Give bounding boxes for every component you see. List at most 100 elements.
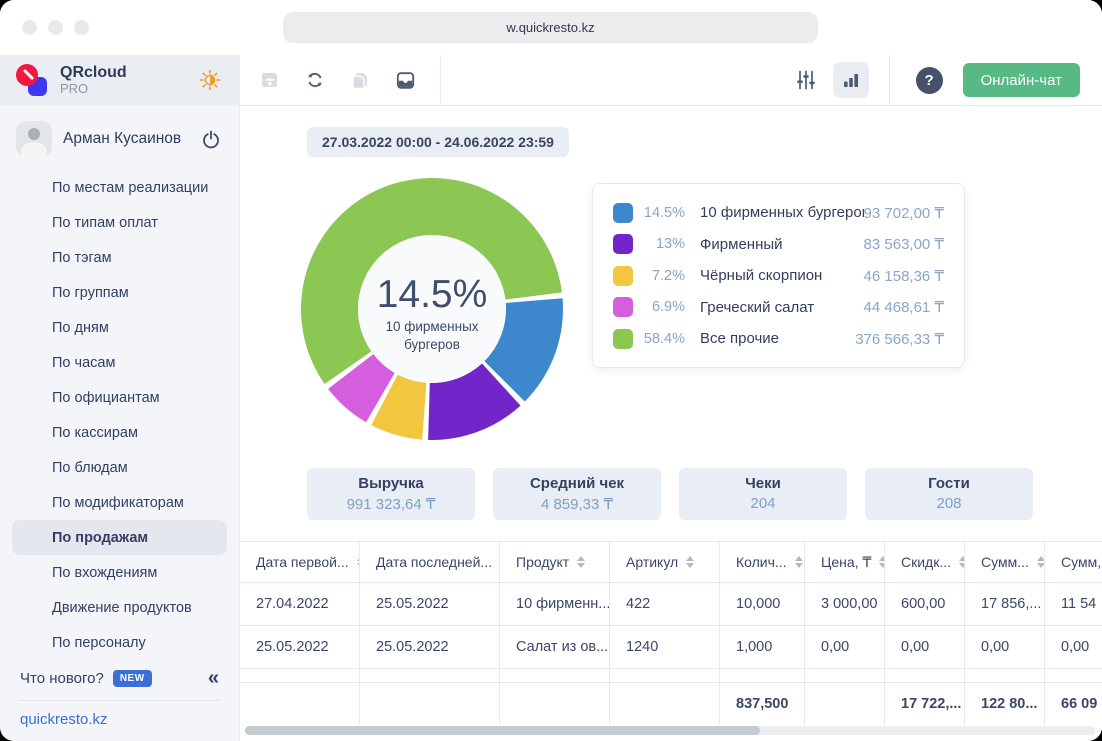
online-chat-button[interactable]: Онлайн-чат [963, 63, 1080, 97]
table-cell: 1,000 [720, 626, 805, 668]
sidebar-item[interactable]: По типам оплат [12, 205, 227, 240]
column-header-label: Сумм, [1061, 554, 1101, 570]
card-title: Выручка [307, 475, 475, 492]
table-cell [360, 669, 500, 682]
legend-swatch-icon [613, 234, 633, 254]
divider [18, 700, 221, 701]
table-row[interactable]: 25.05.202225.05.2022Салат из ов...12401,… [240, 626, 1102, 669]
legend-label: 10 фирменных бургеров [700, 204, 864, 221]
sidebar-item[interactable]: По тэгам [12, 240, 227, 275]
column-header-label: Артикул [626, 554, 678, 570]
user-row[interactable]: Арман Кусаинов [0, 105, 239, 161]
card-value: 204 [679, 495, 847, 512]
sidebar-item[interactable]: По местам реализации [12, 170, 227, 205]
table-cell [240, 669, 360, 682]
copy-icon[interactable] [350, 70, 370, 90]
sidebar-item[interactable]: По блюдам [12, 450, 227, 485]
legend-percent: 14.5% [633, 205, 685, 221]
sidebar-item[interactable]: По группам [12, 275, 227, 310]
sidebar-item[interactable]: По модификаторам [12, 485, 227, 520]
column-header[interactable]: Продукт [500, 542, 610, 582]
site-link[interactable]: quickresto.kz [20, 711, 108, 728]
sidebar-item[interactable]: По часам [12, 345, 227, 380]
sidebar-item[interactable]: По вхождениям [12, 555, 227, 590]
legend-amount: 376 566,33 ₸ [855, 330, 944, 348]
window-close-button[interactable] [22, 20, 37, 35]
legend-amount: 93 702,00 ₸ [864, 204, 944, 222]
column-header-label: Колич... [736, 554, 787, 570]
qrcloud-logo-icon [16, 64, 47, 96]
legend-row[interactable]: 7.2%Чёрный скорпион46 158,36 ₸ [613, 264, 944, 287]
save-icon[interactable] [260, 70, 280, 90]
whats-new-row[interactable]: Что нового? NEW « [20, 668, 219, 688]
address-bar[interactable]: w.quickresto.kz [283, 12, 818, 43]
column-header[interactable]: Сумм, [1045, 542, 1102, 582]
table-cell: 10,000 [720, 583, 805, 625]
question-icon: ? [925, 72, 934, 89]
legend-row[interactable]: 14.5% 10 фирменных бургеров93 702,00 ₸ [613, 201, 944, 224]
table-cell: 122 80... [965, 683, 1045, 725]
table-cell [500, 683, 610, 725]
legend-percent: 58.4% [633, 331, 685, 347]
browser-chrome: w.quickresto.kz [0, 0, 1102, 55]
legend-percent: 7.2% [633, 268, 685, 284]
logout-power-icon[interactable] [201, 129, 221, 149]
table-cell [885, 669, 965, 682]
card-value: 991 323,64 ₸ [307, 495, 475, 513]
column-header[interactable]: Скидк... [885, 542, 965, 582]
card-title: Чеки [679, 475, 847, 492]
column-header[interactable]: Артикул [610, 542, 720, 582]
table-cell: 422 [610, 583, 720, 625]
sidebar-item[interactable]: Движение продуктов [12, 590, 227, 625]
column-header[interactable]: Цена, ₸ [805, 542, 885, 582]
bar-chart-view-button[interactable] [833, 62, 869, 98]
table-row[interactable]: 27.04.202225.05.202210 фирменн...42210,0… [240, 583, 1102, 626]
window-maximize-button[interactable] [74, 20, 89, 35]
horizontal-scrollbar[interactable] [245, 726, 1095, 735]
brand-tier: PRO [60, 82, 127, 96]
legend-row[interactable]: 58.4%Все прочие376 566,33 ₸ [613, 327, 944, 350]
sidebar-item[interactable]: По дням [12, 310, 227, 345]
column-header[interactable]: Сумм... [965, 542, 1045, 582]
legend-row[interactable]: 13%Фирменный83 563,00 ₸ [613, 233, 944, 256]
legend-row[interactable]: 6.9%Греческий салат44 468,61 ₸ [613, 296, 944, 319]
refresh-icon[interactable] [305, 70, 325, 90]
card-value: 4 859,33 ₸ [493, 495, 661, 513]
toolbar-divider [440, 55, 441, 105]
help-button[interactable]: ? [916, 67, 943, 94]
sliders-icon[interactable] [795, 69, 817, 91]
table-cell: 11 54 [1045, 583, 1102, 625]
table-cell: 0,00 [805, 626, 885, 668]
table-cell: 27.04.2022 [240, 583, 360, 625]
sidebar-item[interactable]: По официантам [12, 380, 227, 415]
sidebar-item[interactable]: По продажам [12, 520, 227, 555]
column-header[interactable]: Дата первой... [240, 542, 360, 582]
sidebar-footer: Что нового? NEW « quickresto.kz [0, 668, 239, 741]
toolbar: ? Онлайн-чат [240, 55, 1102, 106]
summary-cards: Выручка991 323,64 ₸Средний чек4 859,33 ₸… [307, 468, 1033, 520]
date-range-chip[interactable]: 27.03.2022 00:00 - 24.06.2022 23:59 [307, 127, 569, 157]
legend-amount: 46 158,36 ₸ [864, 267, 944, 285]
legend-amount: 44 468,61 ₸ [864, 298, 944, 316]
sidebar-item[interactable]: По столам [12, 660, 227, 668]
sidebar-item[interactable]: По кассирам [12, 415, 227, 450]
column-header-label: Дата последней... [376, 554, 492, 570]
table-cell [805, 683, 885, 725]
column-header[interactable]: Колич... [720, 542, 805, 582]
url-text: w.quickresto.kz [506, 20, 594, 35]
toolbar-divider [889, 55, 890, 105]
card-title: Гости [865, 475, 1033, 492]
column-header[interactable]: Дата последней... [360, 542, 500, 582]
table-header-row: Дата первой... Дата последней... Продукт Ар… [240, 542, 1102, 583]
legend-amount: 83 563,00 ₸ [864, 235, 944, 253]
bar-chart-icon [841, 70, 861, 90]
collapse-sidebar-icon[interactable]: « [208, 668, 219, 688]
tray-icon[interactable] [395, 70, 416, 91]
theme-sun-icon[interactable] [199, 69, 221, 91]
table-cell: 66 09 [1045, 683, 1102, 725]
table-cell: Салат из ов... [500, 626, 610, 668]
column-header-label: Цена, ₸ [821, 554, 871, 571]
window-minimize-button[interactable] [48, 20, 63, 35]
scrollbar-thumb[interactable] [245, 726, 760, 735]
sidebar-item[interactable]: По персоналу [12, 625, 227, 660]
